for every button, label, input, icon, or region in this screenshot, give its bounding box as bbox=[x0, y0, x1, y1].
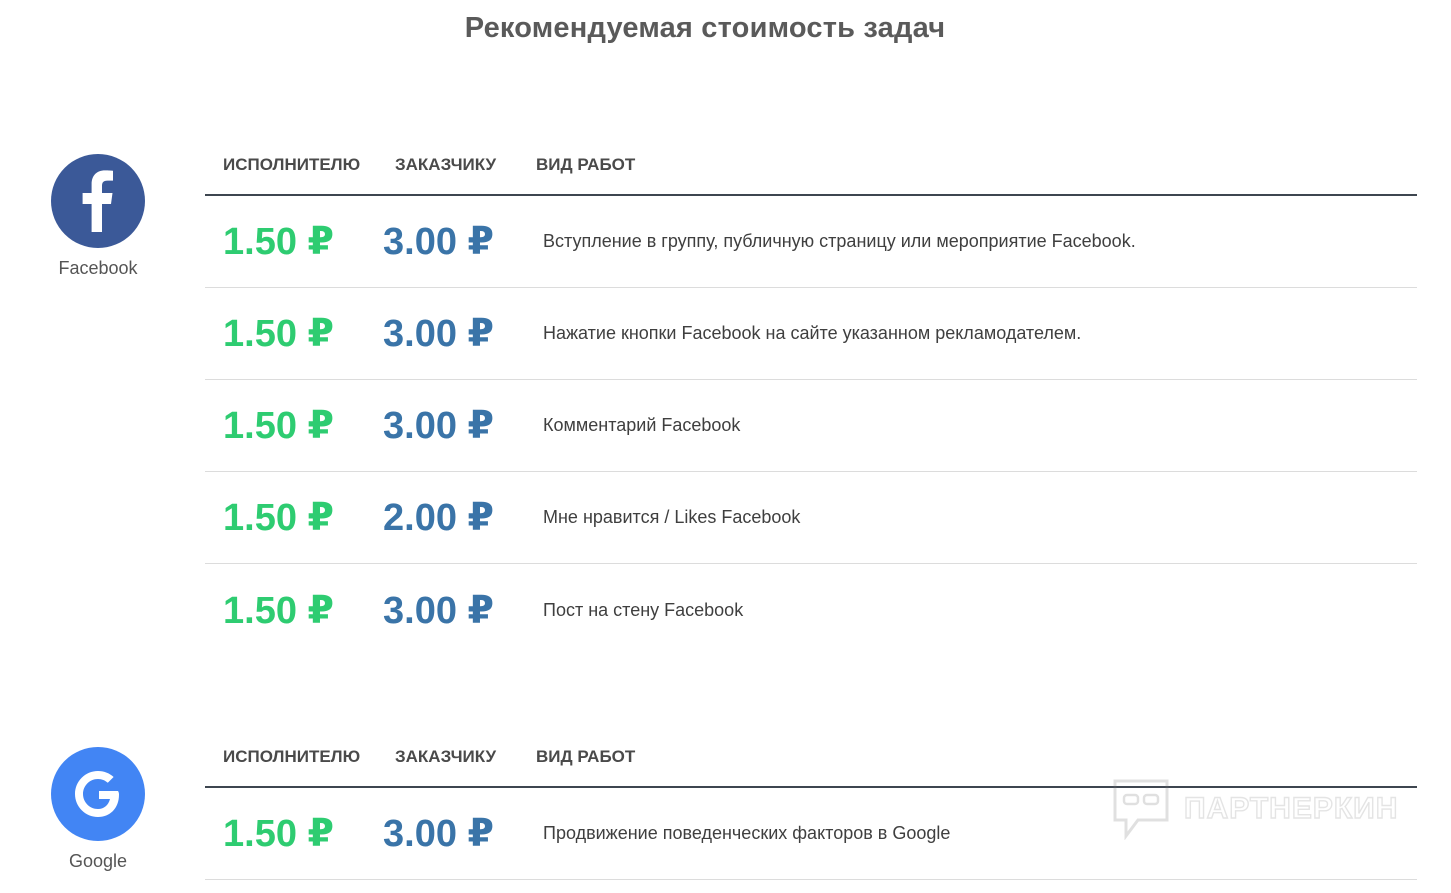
watermark-text: ПАРТНЕРКИН bbox=[1183, 791, 1399, 825]
customer-price: 3.00 ₽ bbox=[383, 313, 494, 355]
table-row: 1.50 ₽ 2.00 ₽ Мне нравится / Likes Faceb… bbox=[205, 472, 1417, 564]
performer-price: 1.50 ₽ bbox=[223, 221, 334, 263]
column-header-performer: ИСПОЛНИТЕЛЮ bbox=[223, 155, 361, 174]
brand-label-facebook: Facebook bbox=[58, 258, 138, 278]
table-row: 1.50 ₽ 3.00 ₽ Комментарий Facebook bbox=[205, 380, 1417, 472]
table-row: 1.50 ₽ 3.00 ₽ Нажатие кнопки Facebook на… bbox=[205, 288, 1417, 380]
column-header-customer: ЗАКАЗЧИКУ bbox=[395, 747, 497, 766]
column-header-work-type: ВИД РАБОТ bbox=[536, 155, 636, 174]
table-row: 1.50 ₽ 3.00 ₽ Вступление в группу, публи… bbox=[205, 196, 1417, 288]
work-description: Продвижение поведенческих факторов в Goo… bbox=[543, 823, 951, 843]
customer-price: 3.00 ₽ bbox=[383, 589, 494, 632]
work-description: Комментарий Facebook bbox=[543, 415, 741, 435]
performer-price: 1.50 ₽ bbox=[223, 497, 334, 539]
page: Рекомендуемая стоимость задач Facebook И… bbox=[0, 0, 1451, 893]
column-header-customer: ЗАКАЗЧИКУ bbox=[395, 155, 497, 174]
watermark: ПАРТНЕРКИН bbox=[1112, 778, 1398, 840]
table-row: 1.50 ₽ 3.00 ₽ Пост на стену Facebook bbox=[205, 564, 1417, 656]
price-table-facebook: ИСПОЛНИТЕЛЮ ЗАКАЗЧИКУ ВИД РАБОТ 1.50 ₽ 3… bbox=[205, 136, 1417, 656]
brand-label-google: Google bbox=[68, 851, 128, 871]
work-description: Нажатие кнопки Facebook на сайте указанн… bbox=[543, 323, 1082, 343]
google-icon bbox=[51, 747, 145, 841]
customer-price: 3.00 ₽ bbox=[383, 221, 494, 263]
column-header-performer: ИСПОЛНИТЕЛЮ bbox=[223, 747, 361, 766]
customer-price: 3.00 ₽ bbox=[383, 813, 494, 855]
customer-price: 2.00 ₽ bbox=[383, 497, 494, 539]
customer-price: 3.00 ₽ bbox=[383, 405, 494, 447]
performer-price: 1.50 ₽ bbox=[223, 405, 334, 447]
brand-google[interactable]: Google bbox=[50, 747, 146, 872]
facebook-icon bbox=[51, 154, 145, 248]
column-header-work-type: ВИД РАБОТ bbox=[536, 747, 636, 766]
work-description: Вступление в группу, публичную страницу … bbox=[543, 231, 1136, 251]
performer-price: 1.50 ₽ bbox=[223, 313, 334, 355]
work-description: Пост на стену Facebook bbox=[543, 599, 744, 620]
page-title: Рекомендуемая стоимость задач bbox=[464, 12, 946, 44]
work-description: Мне нравится / Likes Facebook bbox=[543, 507, 801, 527]
performer-price: 1.50 ₽ bbox=[223, 813, 334, 855]
brand-facebook[interactable]: Facebook bbox=[50, 154, 146, 279]
watermark-logo-icon bbox=[1113, 779, 1169, 840]
table-header: ИСПОЛНИТЕЛЮ ЗАКАЗЧИКУ ВИД РАБОТ bbox=[205, 136, 1417, 196]
performer-price: 1.50 ₽ bbox=[223, 589, 334, 632]
